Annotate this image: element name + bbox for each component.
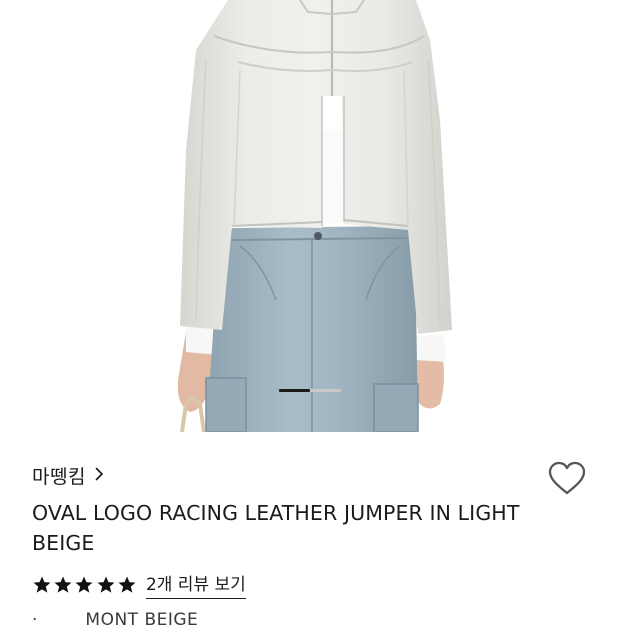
star-icon bbox=[33, 576, 51, 593]
product-title-line-1: OVAL LOGO RACING LEATHER JUMPER IN LIGHT bbox=[32, 501, 520, 525]
heart-outline-icon bbox=[548, 461, 586, 495]
option-bullet: · bbox=[32, 610, 38, 630]
rating-row: 2개 리뷰 보기 bbox=[32, 570, 246, 599]
gallery-indicator-inactive bbox=[310, 389, 341, 392]
wishlist-button[interactable] bbox=[548, 461, 586, 497]
star-icon bbox=[75, 576, 93, 593]
product-option-line: · MONT BEIGE bbox=[32, 610, 198, 630]
option-text: MONT BEIGE bbox=[85, 610, 199, 630]
rating-stars bbox=[32, 575, 138, 595]
product-title-line-2: BEIGE bbox=[32, 531, 95, 555]
product-photo bbox=[177, 0, 452, 432]
view-reviews-link[interactable]: 2개 리뷰 보기 bbox=[145, 570, 246, 599]
star-icon bbox=[54, 576, 72, 593]
product-image-gallery[interactable] bbox=[0, 0, 620, 432]
star-icon bbox=[97, 576, 115, 593]
brand-name: 마뗑킴 bbox=[32, 466, 86, 488]
chevron-right-icon bbox=[95, 466, 104, 485]
product-title: OVAL LOGO RACING LEATHER JUMPER IN LIGHT… bbox=[32, 498, 552, 558]
gallery-indicator bbox=[279, 389, 341, 393]
brand-link[interactable]: 마뗑킴 bbox=[32, 462, 104, 489]
gallery-indicator-active bbox=[279, 389, 310, 392]
star-icon bbox=[118, 576, 136, 593]
